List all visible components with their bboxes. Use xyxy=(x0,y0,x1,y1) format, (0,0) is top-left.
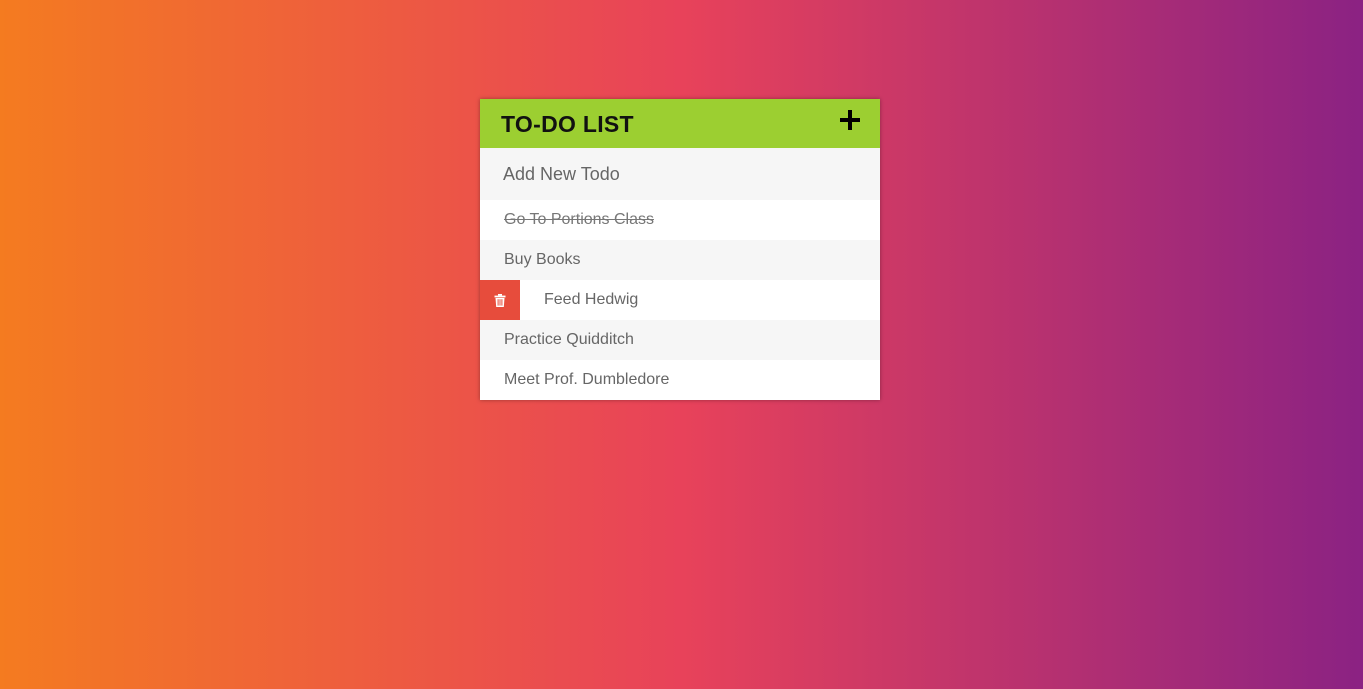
todo-item-label: Practice Quidditch xyxy=(504,331,634,348)
todo-item-label: Go To Portions Class xyxy=(504,211,654,228)
todo-card: TO-DO LIST Go To Portions Class Buy Book… xyxy=(480,99,880,400)
todo-item-label: Buy Books xyxy=(504,251,581,268)
page-title: TO-DO LIST xyxy=(501,111,634,137)
todo-item-label: Feed Hedwig xyxy=(544,291,639,308)
delete-button[interactable] xyxy=(480,280,520,320)
todo-item[interactable]: Feed Hedwig xyxy=(480,280,880,320)
todo-header: TO-DO LIST xyxy=(480,99,880,148)
todo-list: Go To Portions Class Buy Books Feed Hedw… xyxy=(480,200,880,400)
todo-item-label: Meet Prof. Dumbledore xyxy=(504,371,670,388)
todo-item[interactable]: Go To Portions Class xyxy=(480,200,880,240)
trash-icon xyxy=(494,293,506,307)
todo-item[interactable]: Practice Quidditch xyxy=(480,320,880,360)
new-todo-input[interactable] xyxy=(480,148,880,200)
todo-item[interactable]: Buy Books xyxy=(480,240,880,280)
plus-icon-vertical-bar xyxy=(848,110,852,130)
todo-item[interactable]: Meet Prof. Dumbledore xyxy=(480,360,880,400)
plus-icon[interactable] xyxy=(839,109,861,131)
